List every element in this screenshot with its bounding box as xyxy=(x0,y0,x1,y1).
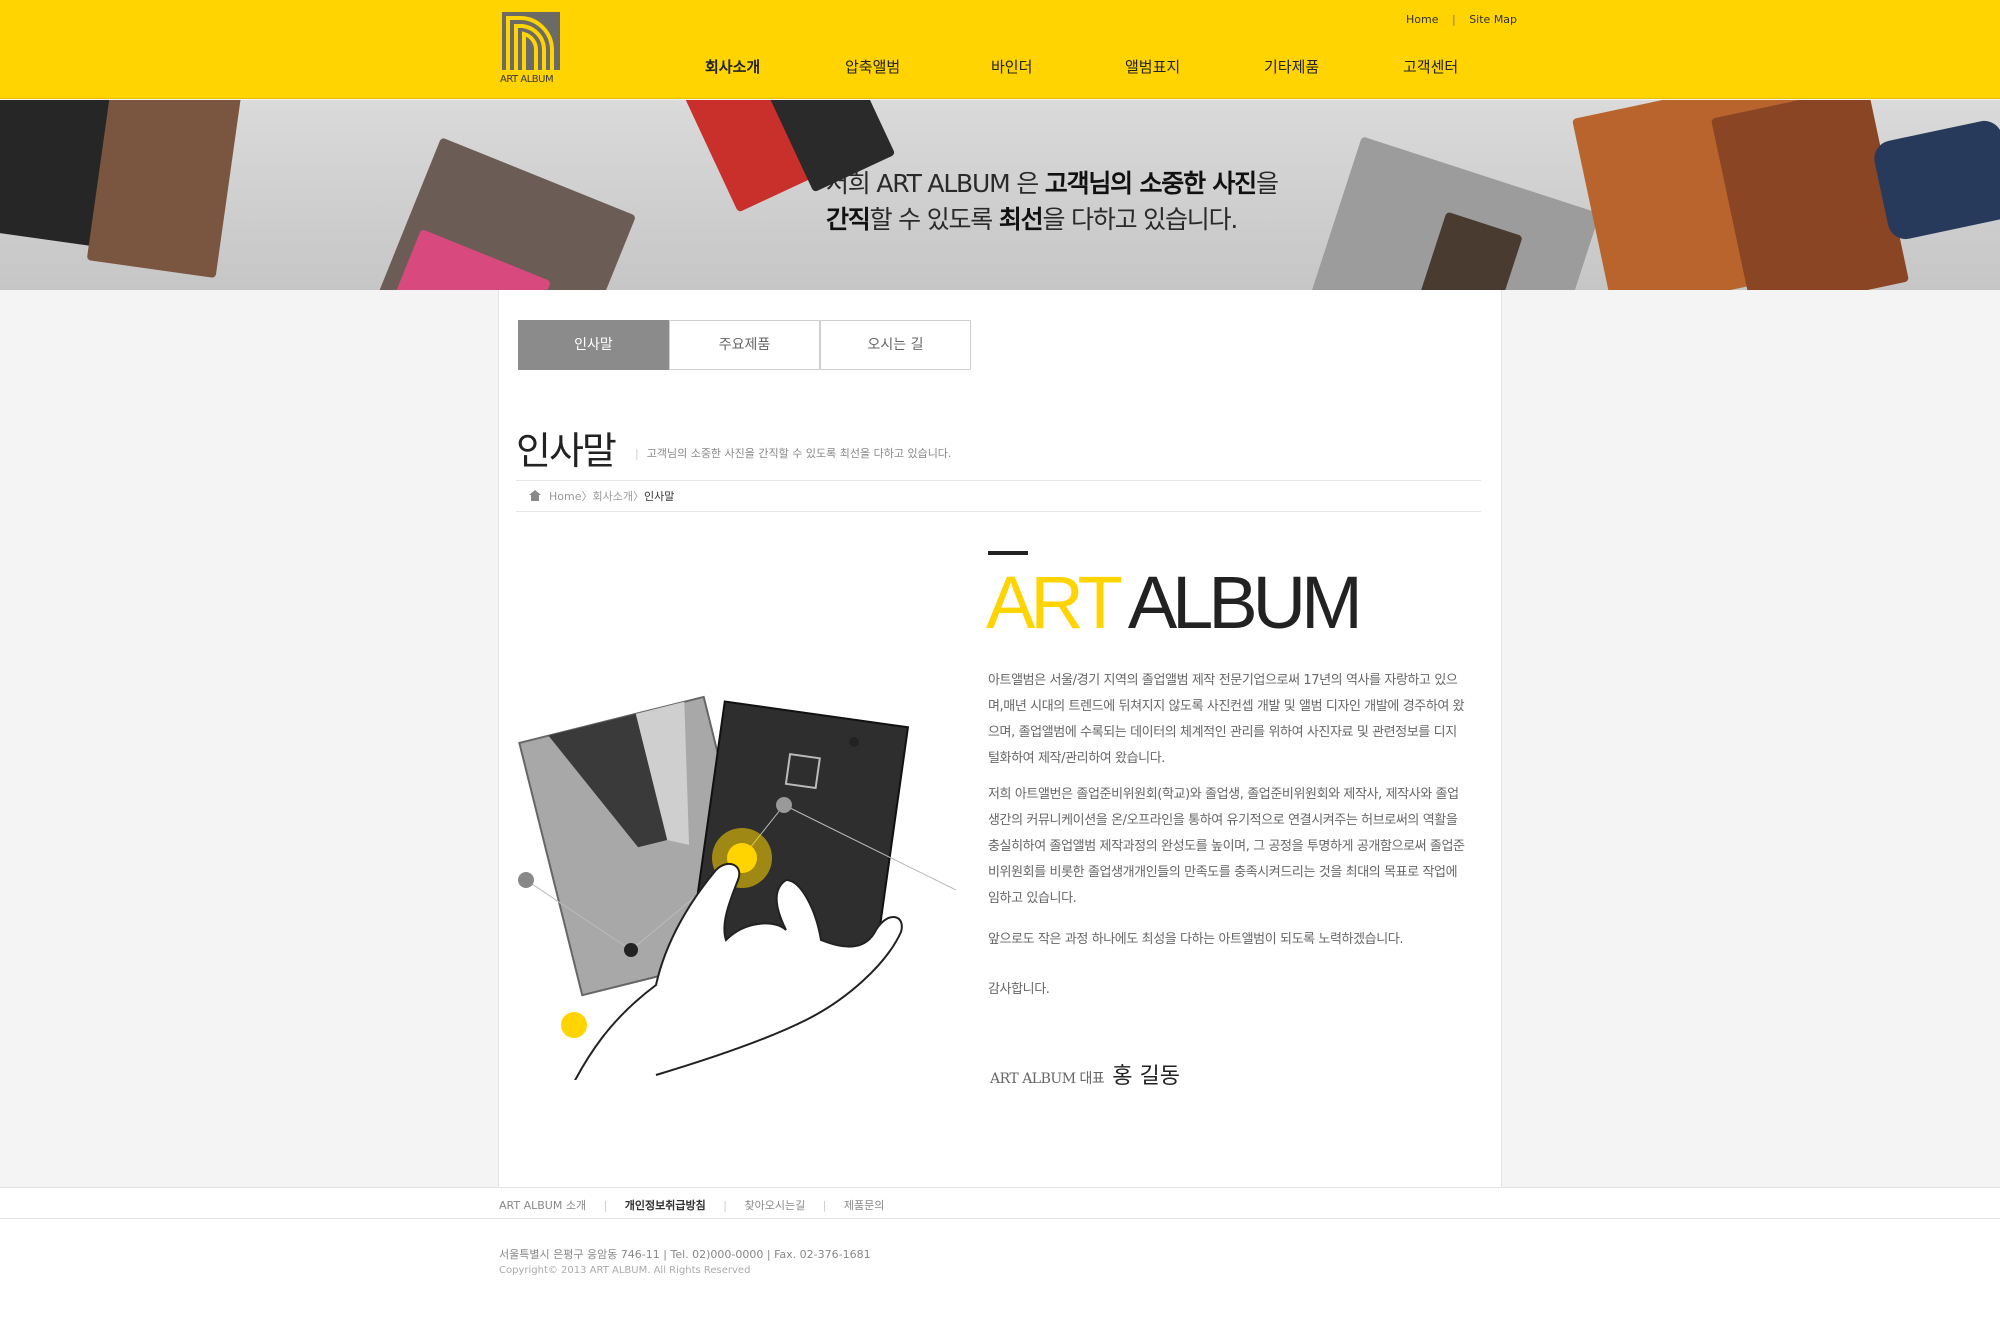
greeting-paragraph-2: 저희 아트앨번은 졸업준비위원회(학교)와 졸업생, 졸업준비위원회와 제작사,… xyxy=(988,787,1465,906)
page-subtitle-text: 고객님의 소중한 사진을 간직할 수 있도록 최선을 다하고 있습니다. xyxy=(646,447,952,460)
footer-link-privacy[interactable]: 개인정보취급방침 xyxy=(625,1199,706,1212)
footer-separator: | xyxy=(822,1199,827,1212)
tagline-text: 저희 ART ALBUM 은 xyxy=(826,169,1045,198)
nav-item-album-cover[interactable]: 앨범표지 xyxy=(1125,56,1180,77)
brand-heading-dark: ALBUM xyxy=(1127,561,1363,644)
footer-nav: ART ALBUM 소개 | 개인정보취급방침 | 찾아오시는길 | 제품문의 xyxy=(0,1187,2000,1219)
greeting-paragraph-1: 아트앨범은 서울/경기 지역의 졸업앨범 제작 전문기업으로써 17년의 역사를… xyxy=(988,673,1465,766)
breadcrumb-current: 인사말 xyxy=(643,490,675,503)
footer-link-directions[interactable]: 찾아오시는길 xyxy=(744,1199,805,1212)
hand-album-illustration xyxy=(516,620,976,1121)
footer-copyright: Copyright© 2013 ART ALBUM. All Rights Re… xyxy=(499,1265,751,1276)
tab-main-products[interactable]: 주요제품 xyxy=(669,320,820,370)
home-icon xyxy=(529,490,541,501)
breadcrumb-section[interactable]: 회사소개 xyxy=(592,490,632,503)
brand-heading: ART ALBUM xyxy=(986,560,1363,645)
tab-directions[interactable]: 오시는 길 xyxy=(820,320,971,370)
footer-link-about[interactable]: ART ALBUM 소개 xyxy=(499,1199,586,1212)
nav-item-customer-center[interactable]: 고객센터 xyxy=(1403,56,1458,77)
footer-address: 서울특별시 은평구 응암동 746-11 | Tel. 02)000-0000 … xyxy=(499,1248,871,1261)
signature: ART ALBUM 대표 홍 길동 xyxy=(990,1058,1180,1090)
banner-tagline: 저희 ART ALBUM 은 고객님의 소중한 사진을 간직할 수 있도록 최선… xyxy=(826,166,1279,238)
util-home-link[interactable]: Home xyxy=(1406,13,1438,26)
signature-name: 홍 길동 xyxy=(1112,1064,1180,1089)
content-area: 인사말 주요제품 오시는 길 인사말 | 고객님의 소중한 사진을 간직할 수 있… xyxy=(498,290,1502,1187)
tab-greeting[interactable]: 인사말 xyxy=(518,320,669,370)
tagline-emphasis: 최선 xyxy=(998,205,1044,234)
footer: 서울특별시 은평구 응암동 746-11 | Tel. 02)000-0000 … xyxy=(0,1219,2000,1330)
brand-heading-yellow: ART xyxy=(986,561,1121,644)
greeting-closing: 감사합니다. xyxy=(988,982,1050,997)
page-title: 인사말 xyxy=(516,429,617,473)
footer-link-inquiry[interactable]: 제품문의 xyxy=(844,1199,884,1212)
breadcrumb-home[interactable]: Home xyxy=(549,490,581,503)
hero-banner: 저희 ART ALBUM 은 고객님의 소중한 사진을 간직할 수 있도록 최선… xyxy=(0,100,2000,290)
brand-dash xyxy=(988,551,1028,555)
util-sitemap-link[interactable]: Site Map xyxy=(1469,13,1517,26)
util-separator: | xyxy=(1451,13,1456,26)
signature-role: ART ALBUM 대표 xyxy=(990,1071,1105,1087)
footer-separator: | xyxy=(723,1199,727,1212)
tagline-text: 을 xyxy=(1255,169,1279,198)
main-nav: 회사소개 압축앨범 바인더 앨범표지 기타제품 고객센터 xyxy=(0,56,2000,80)
nav-item-company[interactable]: 회사소개 xyxy=(705,56,760,77)
tagline-text: 할 수 있도록 xyxy=(869,205,999,234)
breadcrumb: Home〉회사소개〉인사말 xyxy=(529,488,674,504)
tagline-text: 을 다하고 있습니다. xyxy=(1042,205,1238,234)
nav-item-binder[interactable]: 바인더 xyxy=(991,56,1032,77)
header: ART ALBUM Home | Site Map 회사소개 압축앨범 바인더 … xyxy=(0,0,2000,99)
tagline-emphasis: 고객님의 소중한 사진 xyxy=(1044,169,1257,198)
utility-links: Home | Site Map xyxy=(1406,13,1517,26)
nav-item-compressed-album[interactable]: 압축앨범 xyxy=(845,56,900,77)
greeting-paragraph-3: 앞으로도 작은 과정 하나에도 최성을 다하는 아트앨범이 되도록 노력하겠습니… xyxy=(988,932,1404,947)
footer-separator: | xyxy=(603,1199,608,1212)
nav-item-other-products[interactable]: 기타제품 xyxy=(1264,56,1319,77)
tagline-emphasis: 간직 xyxy=(826,205,871,234)
page-subtitle: | 고객님의 소중한 사진을 간직할 수 있도록 최선을 다하고 있습니다. xyxy=(635,447,952,460)
